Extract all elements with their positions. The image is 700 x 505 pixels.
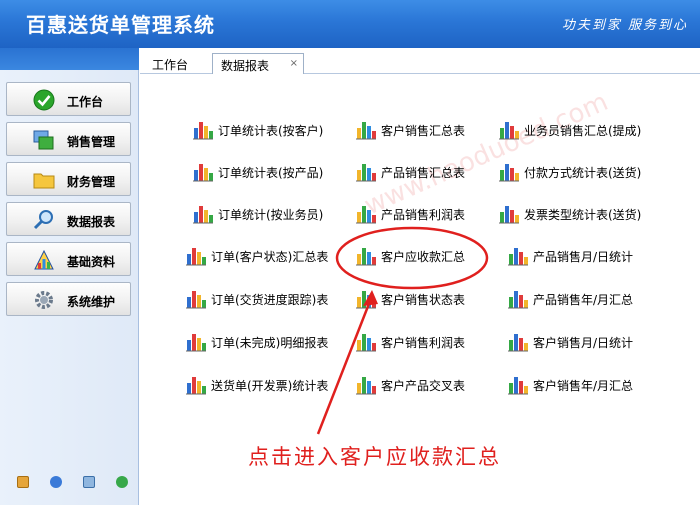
sidebar-item-label: 销售管理 [67,135,116,149]
bar-chart-icon [355,330,377,352]
sidebar-item-label: 财务管理 [67,175,116,189]
bar-chart-icon [355,118,377,140]
report-link-label: 发票类型统计表(送货) [524,208,642,222]
sidebar-item-finance[interactable]: 财务管理 [6,162,131,196]
edit-icon[interactable] [17,476,29,488]
bar-chart-icon [507,373,529,395]
color-chart-icon [34,249,54,270]
bar-chart-icon [498,118,520,140]
sidebar-item-basic-data[interactable]: 基础资料 [6,242,131,276]
bar-chart-icon [185,244,207,266]
bar-chart-icon [185,287,207,309]
bar-chart-icon [355,244,377,266]
report-link-label: 订单(客户状态)汇总表 [211,250,329,264]
tab-label: 数据报表 [221,59,270,73]
sidebar-item-label: 基础资料 [67,255,116,269]
bar-chart-icon [507,287,529,309]
bar-chart-icon [355,160,377,182]
search-small-icon[interactable] [83,476,95,488]
bar-chart-icon [507,330,529,352]
report-link-label: 订单(交货进度跟踪)表 [211,293,329,307]
bar-chart-icon [507,244,529,266]
sidebar-bottom-toolbar [0,476,139,496]
report-link-label: 订单统计表(按产品) [218,166,324,180]
sidebar: 工作台 销售管理 财务管理 数据报表 基础资料 系统维护 [0,48,139,505]
check-icon [33,89,55,111]
bar-chart-icon [192,202,214,224]
windows-icon [33,130,54,150]
close-icon[interactable]: × [290,58,298,69]
watermark: www.haoduoed.com [360,86,613,222]
bar-chart-icon [192,118,214,140]
report-link-label: 产品销售月/日统计 [533,250,634,264]
report-link-label: 产品销售利润表 [381,208,466,222]
refresh-icon[interactable] [116,476,128,488]
report-link-label: 客户应收款汇总 [381,250,466,264]
app-slogan: 功夫到家 服务到心 [561,18,688,33]
bar-chart-icon [192,160,214,182]
bar-chart-icon [498,160,520,182]
sidebar-item-workbench[interactable]: 工作台 [6,82,131,116]
bar-chart-icon [498,202,520,224]
report-link-label: 送货单(开发票)统计表 [211,379,329,393]
sidebar-item-label: 系统维护 [67,295,116,309]
bar-chart-icon [355,202,377,224]
report-link-label: 客户销售月/日统计 [533,336,634,350]
folder-icon [33,173,55,189]
sidebar-item-reports[interactable]: 数据报表 [6,202,131,236]
app-title: 百惠送货单管理系统 [26,13,215,37]
report-link-label: 订单统计表(按客户) [218,124,324,138]
annotation-text: 点击进入客户应收款汇总 [248,445,501,469]
sidebar-item-sales[interactable]: 销售管理 [6,122,131,156]
sidebar-top-strip [0,48,139,70]
tab-workbench[interactable]: 工作台 [152,53,204,74]
bar-chart-icon [355,287,377,309]
report-link-label: 客户销售汇总表 [381,124,466,138]
report-link-label: 业务员销售汇总(提成) [524,124,642,138]
report-link-label: 客户产品交叉表 [381,379,466,393]
sidebar-item-label: 数据报表 [67,215,116,229]
gear-icon [35,291,53,309]
report-link-label: 客户销售状态表 [381,293,466,307]
tab-bar: 工作台 数据报表 × [140,48,700,74]
report-link-label: 订单(未完成)明细报表 [211,336,329,350]
sidebar-item-label: 工作台 [67,95,104,109]
bar-chart-icon [355,373,377,395]
report-link-label: 客户销售利润表 [381,336,466,350]
bar-chart-icon [185,330,207,352]
app-header: 百惠送货单管理系统 功夫到家 服务到心 [0,0,700,48]
clock-icon[interactable] [50,476,62,488]
tab-data-reports[interactable]: 数据报表 × [212,53,304,74]
bar-chart-icon [185,373,207,395]
report-link-label: 产品销售年/月汇总 [533,293,634,307]
report-link-label: 订单统计(按业务员) [218,208,324,222]
sidebar-item-system[interactable]: 系统维护 [6,282,131,316]
magnifier-icon [33,210,53,230]
report-link-label: 客户销售年/月汇总 [533,379,634,393]
report-link-label: 付款方式统计表(送货) [524,166,642,180]
report-link-label: 产品销售汇总表 [381,166,466,180]
